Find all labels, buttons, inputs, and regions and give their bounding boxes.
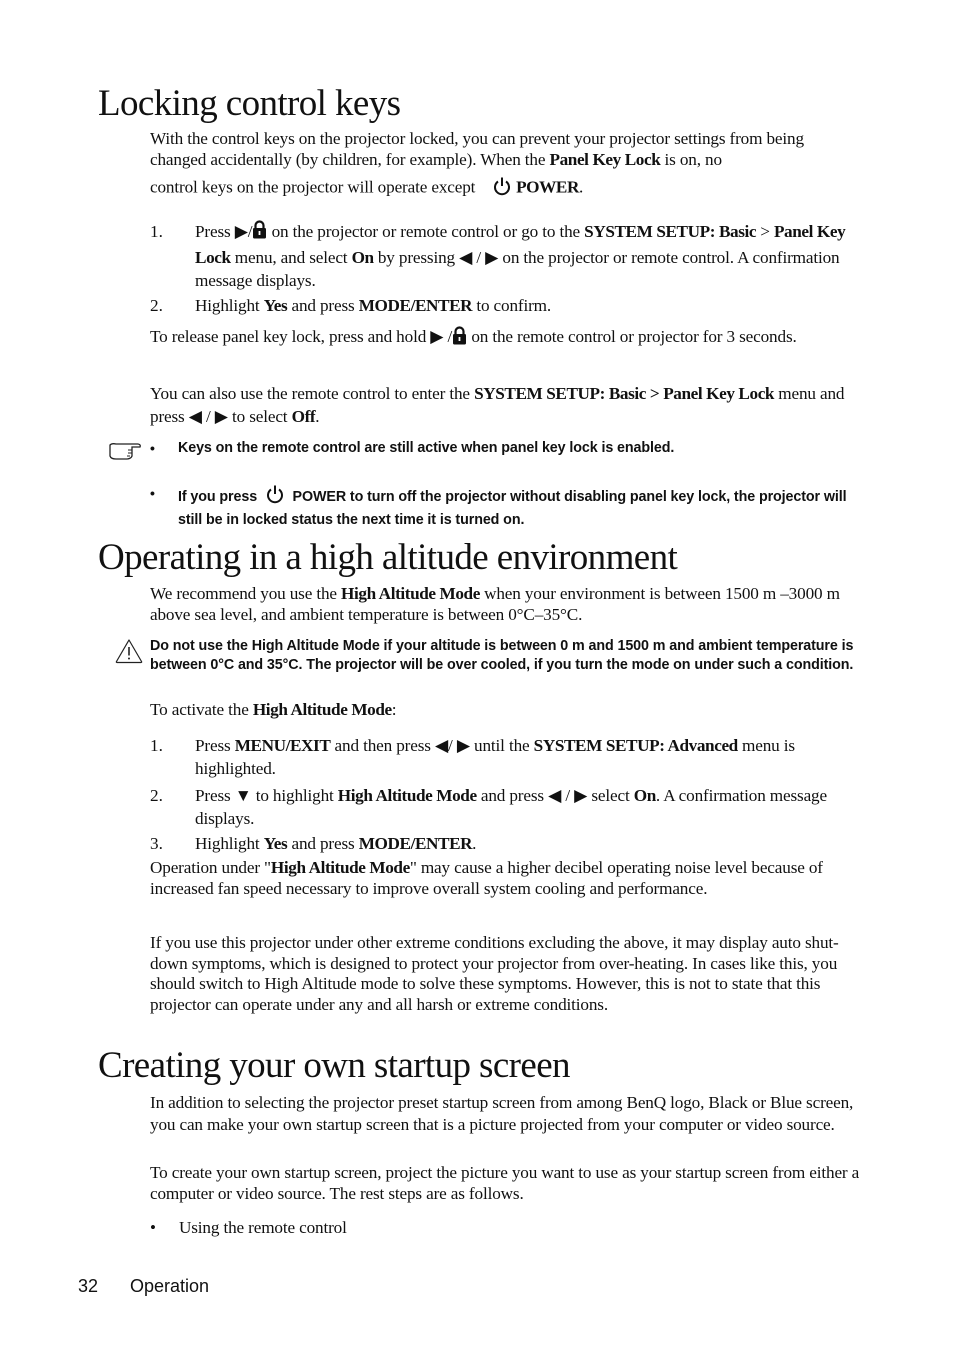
- step-number: 2.: [150, 296, 163, 315]
- altitude-warning: Do not use the High Altitude Mode if you…: [150, 638, 854, 673]
- heading-locking-control-keys: Locking control keys: [98, 83, 401, 124]
- bullet: •: [150, 1218, 156, 1237]
- manual-page: Locking control keys With the control ke…: [0, 0, 954, 1352]
- note-power-locked: If you press POWER to turn off the proje…: [178, 484, 858, 530]
- right-arrow-icon: ▶: [574, 786, 588, 805]
- power-icon: [265, 484, 285, 510]
- altitude-step-2: Press ▼ to highlight High Altitude Mode …: [195, 786, 827, 828]
- left-arrow-icon: ◀: [188, 407, 202, 426]
- footer-section: Operation: [130, 1276, 210, 1296]
- left-arrow-icon: ◀: [459, 247, 473, 267]
- pointing-hand-note-icon: [108, 441, 146, 466]
- lock-icon: [452, 326, 467, 351]
- startup-bullet-remote: Using the remote control: [179, 1218, 347, 1237]
- altitude-intro: We recommend you use the High Altitude M…: [150, 584, 840, 624]
- left-arrow-icon: ◀: [548, 786, 562, 805]
- step-number: 3.: [150, 834, 163, 853]
- extreme-conditions-note: If you use this projector under other ex…: [150, 933, 839, 1014]
- startup-intro: In addition to selecting the projector p…: [150, 1093, 854, 1134]
- heading-startup-screen: Creating your own startup screen: [98, 1045, 571, 1086]
- power-icon: [492, 176, 512, 202]
- activate-intro: To activate the High Altitude Mode:: [150, 700, 397, 719]
- step-number: 2.: [150, 786, 163, 805]
- locking-intro-line3: control keys on the projector will opera…: [150, 176, 860, 202]
- down-arrow-icon: ▼: [234, 786, 252, 805]
- right-arrow-icon: ▶: [214, 407, 228, 426]
- lock-icon: [252, 220, 267, 246]
- page-footer: 32 Operation: [78, 1276, 209, 1297]
- locking-step-2: Highlight Yes and press MODE/ENTER to co…: [195, 296, 552, 315]
- left-arrow-icon: ◀: [434, 736, 449, 755]
- release-instructions: To release panel key lock, press and hol…: [150, 326, 860, 351]
- note-remote-active: Keys on the remote control are still act…: [178, 440, 675, 456]
- heading-high-altitude: Operating in a high altitude environment: [98, 537, 678, 578]
- locking-intro: With the control keys on the projector l…: [150, 129, 804, 169]
- altitude-step-1: Press MENU/EXIT and then press ◀/ ▶ unti…: [195, 736, 795, 778]
- intro-line3-text: control keys on the projector will opera…: [150, 177, 488, 197]
- right-arrow-icon: ▶: [456, 736, 470, 755]
- right-arrow-icon: ▶: [234, 222, 248, 241]
- altitude-step-3: Highlight Yes and press MODE/ENTER.: [195, 834, 477, 853]
- operation-noise-note: Operation under "High Altitude Mode" may…: [150, 858, 823, 898]
- right-arrow-icon: ▶: [485, 247, 499, 267]
- right-arrow-icon: ▶: [430, 327, 444, 347]
- step-number: 1.: [150, 222, 163, 241]
- bullet: •: [150, 485, 155, 501]
- bullet: •: [150, 440, 155, 456]
- locking-step-1: Press ▶/ on the projector or remote cont…: [195, 220, 846, 291]
- page-number: 32: [78, 1276, 99, 1296]
- warning-icon: [115, 638, 143, 669]
- step-number: 1.: [150, 736, 163, 755]
- remote-instructions: You can also use the remote control to e…: [150, 384, 845, 426]
- startup-create: To create your own startup screen, proje…: [150, 1163, 860, 1203]
